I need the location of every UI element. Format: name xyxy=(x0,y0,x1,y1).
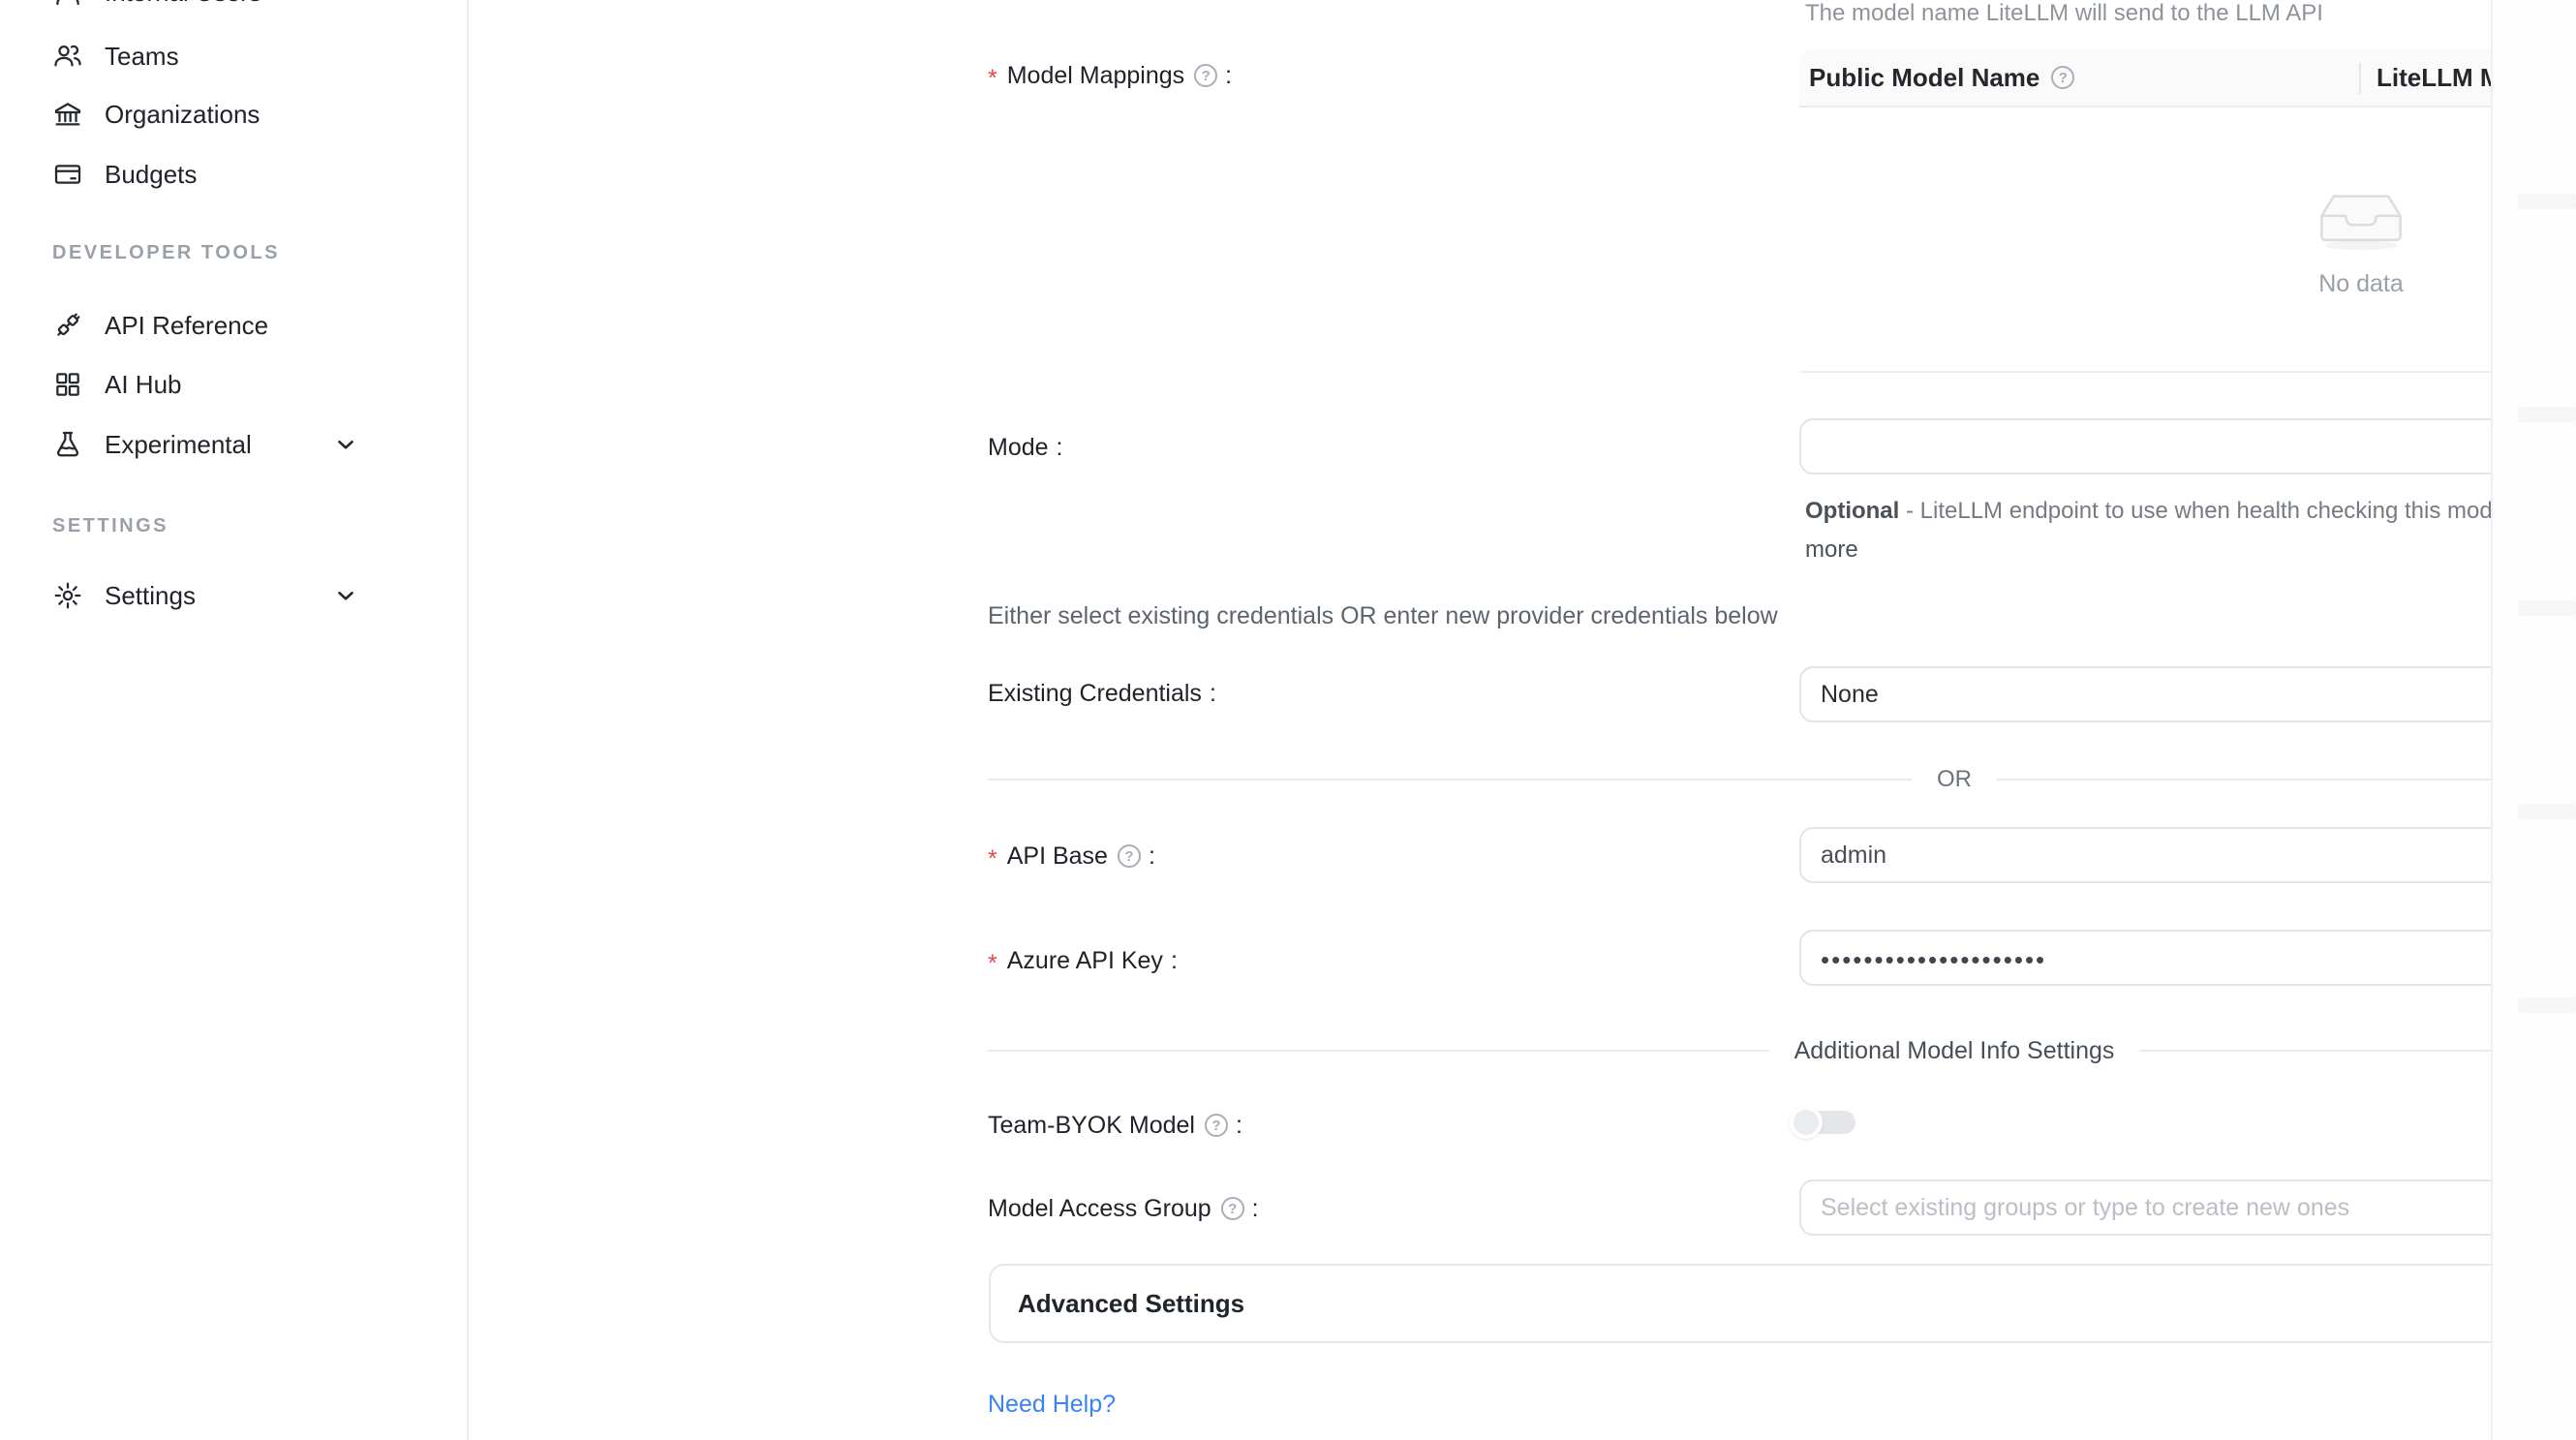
empty-inbox-icon xyxy=(2313,181,2409,257)
sidebar-item-label: Internal Users xyxy=(105,0,261,8)
team-byok-label: Team-BYOK Model : xyxy=(988,1110,1242,1141)
api-base-label: * API Base : xyxy=(988,841,1155,872)
mode-label: Mode : xyxy=(988,432,1063,463)
credit-card-icon xyxy=(52,159,83,190)
additional-settings-divider: Additional Model Info Settings xyxy=(988,1036,2576,1065)
sidebar-item-label: Budgets xyxy=(105,160,197,190)
model-mappings-table: Public Model Name LiteLLM Model Name No … xyxy=(1799,49,2576,373)
sidebar-item-label: Organizations xyxy=(105,100,260,130)
help-question-icon[interactable] xyxy=(2051,66,2074,89)
gear-icon xyxy=(52,580,83,611)
background-strip xyxy=(2493,0,2576,1440)
sidebar-item-label: AI Hub xyxy=(105,370,182,400)
sidebar-item-internal-users[interactable]: Internal Users xyxy=(0,0,469,17)
sidebar-item-label: Settings xyxy=(105,581,196,611)
sidebar-item-experimental[interactable]: Experimental xyxy=(0,419,469,470)
azure-api-key-label: * Azure API Key : xyxy=(988,945,1178,976)
add-model-form: The model name LiteLLM will send to the … xyxy=(471,0,2576,1440)
bank-icon xyxy=(52,99,83,130)
table-header-row: Public Model Name LiteLLM Model Name xyxy=(1799,49,2576,107)
need-help-link[interactable]: Need Help? xyxy=(988,1391,1116,1419)
empty-text: No data xyxy=(2318,270,2404,298)
sidebar-item-label: API Reference xyxy=(105,311,268,341)
or-divider: OR xyxy=(988,765,2576,794)
required-marker: * xyxy=(988,950,997,978)
grid-icon xyxy=(52,369,83,400)
api-plug-icon xyxy=(52,310,83,341)
model-mappings-label: * Model Mappings : xyxy=(988,60,1232,91)
sidebar-item-api-reference[interactable]: API Reference xyxy=(0,300,469,351)
mode-select[interactable] xyxy=(1799,418,2576,475)
column-divider xyxy=(2359,63,2361,94)
column-header-public-model-name: Public Model Name xyxy=(1799,63,2359,93)
mode-help-text: Optional - LiteLLM endpoint to use when … xyxy=(1805,492,2576,569)
model-name-description: The model name LiteLLM will send to the … xyxy=(1805,0,2323,27)
model-access-group-label: Model Access Group : xyxy=(988,1193,1259,1224)
help-question-icon[interactable] xyxy=(1118,844,1141,868)
sidebar-item-settings[interactable]: Settings xyxy=(0,570,469,621)
sidebar-item-ai-hub[interactable]: AI Hub xyxy=(0,359,469,410)
team-icon xyxy=(52,41,83,72)
sidebar-section-developer-tools: DEVELOPER TOOLS xyxy=(52,242,280,264)
chevron-down-icon xyxy=(333,432,358,457)
team-byok-toggle[interactable] xyxy=(1794,1111,1855,1134)
chevron-down-icon xyxy=(333,583,358,608)
user-icon xyxy=(52,0,83,8)
existing-credentials-select[interactable]: None xyxy=(1799,666,2576,722)
masked-password-value: ••••••••••••••••••••• xyxy=(1821,945,2046,975)
sidebar-item-organizations[interactable]: Organizations xyxy=(0,89,469,139)
table-bottom-border xyxy=(1799,371,2576,373)
sidebar-section-settings: SETTINGS xyxy=(52,515,169,537)
api-base-input[interactable]: admin xyxy=(1799,827,2576,883)
credentials-note: Either select existing credentials OR en… xyxy=(988,602,1778,630)
sidebar-item-label: Teams xyxy=(105,42,179,72)
advanced-settings-collapse[interactable]: Advanced Settings xyxy=(989,1264,2576,1343)
help-question-icon[interactable] xyxy=(1221,1197,1244,1220)
advanced-settings-title: Advanced Settings xyxy=(1018,1289,1244,1319)
help-question-icon[interactable] xyxy=(1205,1114,1228,1137)
existing-credentials-label: Existing Credentials : xyxy=(988,678,1216,709)
sidebar-item-budgets[interactable]: Budgets xyxy=(0,149,469,199)
azure-api-key-input[interactable]: ••••••••••••••••••••• xyxy=(1799,930,2576,986)
sidebar: Internal Users Teams Organizations xyxy=(0,0,469,1440)
sidebar-item-label: Experimental xyxy=(105,430,252,460)
required-marker: * xyxy=(988,65,997,93)
toggle-knob xyxy=(1790,1106,1823,1139)
model-access-group-select[interactable]: Select existing groups or type to create… xyxy=(1799,1180,2576,1236)
required-marker: * xyxy=(988,845,997,873)
empty-state: No data xyxy=(1799,107,2576,371)
flask-icon xyxy=(52,429,83,460)
sidebar-item-teams[interactable]: Teams xyxy=(0,31,469,81)
add-model-page: Internal Users Teams Organizations xyxy=(0,0,2576,1440)
help-question-icon[interactable] xyxy=(1194,64,1217,87)
